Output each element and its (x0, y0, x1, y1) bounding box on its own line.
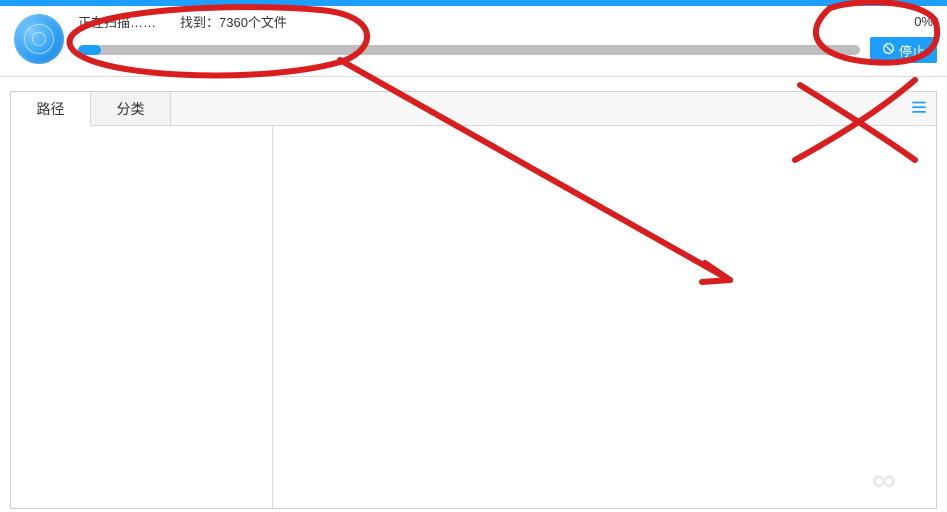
scan-status-row: 正在扫描…… 找到：7360个文件 0% (78, 12, 937, 31)
scan-progress-bar (78, 45, 860, 55)
results-content: ∞ (11, 126, 936, 508)
hamburger-icon (911, 100, 927, 117)
stop-button-label: 停止 (899, 41, 925, 60)
watermark: ∞ (872, 461, 892, 500)
found-count-label: 找到：7360个文件 (180, 12, 287, 31)
radar-logo-icon (14, 14, 64, 64)
scan-status-block: 正在扫描…… 找到：7360个文件 0% 停止 (78, 12, 937, 63)
file-list-pane[interactable]: ∞ (273, 126, 936, 508)
progress-row: 停止 (78, 37, 937, 63)
scan-progress-fill (78, 45, 101, 55)
scanning-label: 正在扫描…… (78, 12, 156, 31)
stop-circle-icon (882, 42, 895, 58)
results-panel: 路径 分类 ∞ (10, 91, 937, 509)
tabs-spacer (171, 92, 902, 125)
main-body: 路径 分类 ∞ (0, 77, 947, 509)
percent-label: 0% (914, 14, 937, 29)
scan-header: 正在扫描…… 找到：7360个文件 0% 停止 (0, 6, 947, 77)
tab-path[interactable]: 路径 (11, 92, 91, 126)
tabs-bar: 路径 分类 (11, 92, 936, 126)
tab-category[interactable]: 分类 (91, 92, 171, 125)
panel-menu-button[interactable] (902, 92, 936, 125)
stop-button[interactable]: 停止 (870, 37, 937, 63)
tree-pane[interactable] (11, 126, 273, 508)
